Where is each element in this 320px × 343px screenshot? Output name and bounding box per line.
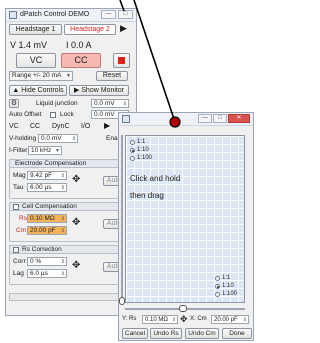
pointer-line-long	[133, 0, 176, 123]
annotation-overlay	[119, 0, 181, 128]
cursor-dot-icon	[169, 116, 181, 128]
pointer-line-short	[119, 0, 125, 12]
